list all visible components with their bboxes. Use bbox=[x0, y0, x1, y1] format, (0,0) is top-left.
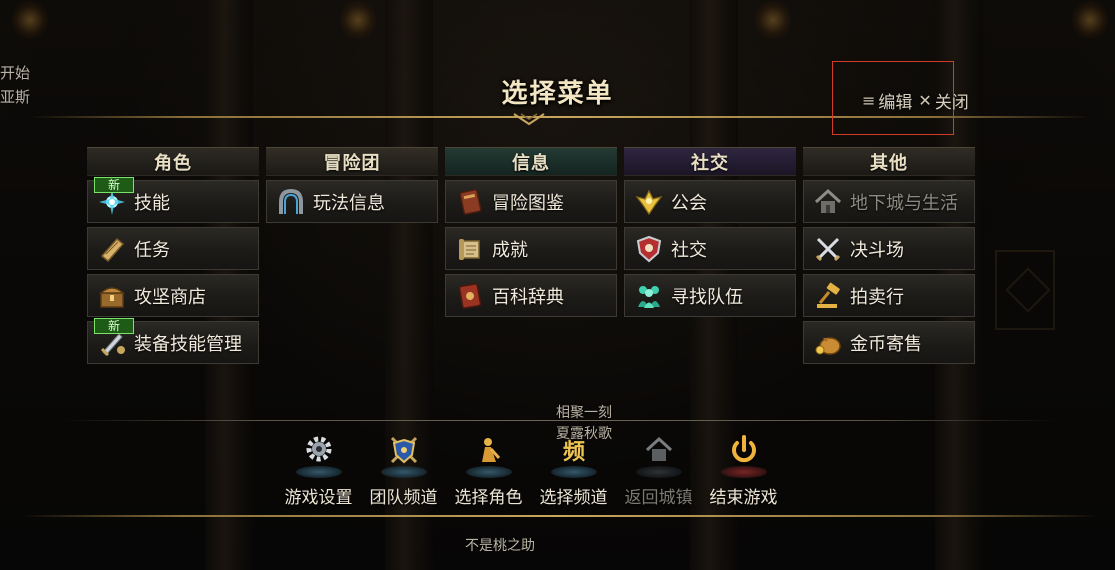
menu-item-arena[interactable]: 决斗场 bbox=[803, 227, 975, 270]
button-icon-wrap: 频 bbox=[548, 434, 600, 478]
guild-emblem-icon bbox=[633, 186, 665, 218]
column-info: 信息 冒险图鉴 成就 百科辞典 bbox=[445, 147, 617, 321]
shield-social-icon bbox=[633, 233, 665, 265]
menu-item-label: 寻找队伍 bbox=[671, 286, 743, 308]
bottom-divider bbox=[60, 420, 1060, 421]
menu-lines-icon: ≡ bbox=[862, 91, 876, 110]
menu-item-social[interactable]: 社交 bbox=[624, 227, 796, 270]
power-icon bbox=[731, 435, 756, 463]
button-icon-wrap bbox=[378, 434, 430, 478]
column-header-info: 信息 bbox=[445, 147, 617, 176]
select-channel-button[interactable]: 频 选择频道 bbox=[531, 434, 616, 508]
menu-item-find-party[interactable]: 寻找队伍 bbox=[624, 274, 796, 317]
character-icon bbox=[481, 438, 500, 462]
quest-scroll-icon bbox=[96, 233, 128, 265]
menu-item-achievement[interactable]: 成就 bbox=[445, 227, 617, 270]
column-adventure-team: 冒险团 玩法信息 bbox=[266, 147, 438, 227]
return-town-button[interactable]: 返回城镇 bbox=[616, 434, 701, 508]
column-other: 其他 地下城与生活 决斗场 拍卖行 金币寄售 bbox=[803, 147, 975, 368]
button-icon-wrap bbox=[293, 434, 345, 478]
menu-item-label: 金币寄售 bbox=[850, 333, 922, 355]
treasure-chest-icon bbox=[96, 280, 128, 312]
button-icon-wrap bbox=[718, 434, 770, 478]
menu-item-label: 拍卖行 bbox=[850, 286, 904, 308]
background-text-center-1: 相聚一刻 bbox=[556, 405, 612, 421]
button-icon-wrap bbox=[633, 434, 685, 478]
bottom-button-label: 选择频道 bbox=[539, 488, 608, 508]
background-text-center-3: 不是桃之助 bbox=[465, 538, 535, 554]
menu-item-label: 成就 bbox=[492, 239, 528, 261]
select-character-button[interactable]: 选择角色 bbox=[446, 434, 531, 508]
menu-item-label: 装备技能管理 bbox=[134, 333, 242, 355]
menu-item-label: 冒险图鉴 bbox=[492, 192, 564, 214]
gold-bag-icon bbox=[812, 327, 844, 359]
menu-item-label: 地下城与生活 bbox=[850, 192, 958, 214]
encyclopedia-icon bbox=[454, 280, 486, 312]
column-header-adventure-team: 冒险团 bbox=[266, 147, 438, 176]
edit-button[interactable]: ≡ 编辑 bbox=[862, 88, 912, 113]
column-header-other: 其他 bbox=[803, 147, 975, 176]
button-icon-wrap bbox=[463, 434, 515, 478]
close-button[interactable]: ✕ 关闭 bbox=[918, 88, 968, 113]
menu-item-adventure-guide[interactable]: 冒险图鉴 bbox=[445, 180, 617, 223]
menu-item-raid-shop[interactable]: 攻坚商店 bbox=[87, 274, 259, 317]
book-icon bbox=[454, 186, 486, 218]
bottom-button-label: 游戏设置 bbox=[284, 488, 353, 508]
portal-icon bbox=[275, 186, 307, 218]
menu-item-equip-skill-manage[interactable]: 新 装备技能管理 bbox=[87, 318, 259, 364]
column-header-role: 角色 bbox=[87, 147, 259, 176]
menu-item-encyclopedia[interactable]: 百科辞典 bbox=[445, 274, 617, 317]
bottom-button-label: 团队频道 bbox=[369, 488, 438, 508]
menu-item-label: 决斗场 bbox=[850, 239, 904, 261]
close-icon: ✕ bbox=[918, 91, 932, 110]
column-role: 角色 新 技能 任务 攻坚商店 新 装备技能管理 bbox=[87, 147, 259, 368]
team-shield-icon bbox=[390, 436, 417, 464]
menu-item-guild[interactable]: 公会 bbox=[624, 180, 796, 223]
channel-icon: 频 bbox=[562, 440, 584, 465]
menu-item-dungeon-life[interactable]: 地下城与生活 bbox=[803, 180, 975, 223]
menu-item-label: 攻坚商店 bbox=[134, 286, 206, 308]
menu-item-label: 百科辞典 bbox=[492, 286, 564, 308]
bottom-toolbar: 游戏设置 团队频道 选择角色 频 选择频道 返回城镇 结束游戏 bbox=[276, 434, 786, 508]
bottom-button-label: 选择角色 bbox=[454, 488, 523, 508]
menu-item-skill[interactable]: 新 技能 bbox=[87, 177, 259, 223]
party-icon bbox=[633, 280, 665, 312]
menu-item-label: 公会 bbox=[671, 192, 707, 214]
gear-icon bbox=[306, 436, 331, 462]
new-badge: 新 bbox=[94, 177, 134, 193]
crossed-swords-icon bbox=[812, 233, 844, 265]
menu-item-label: 任务 bbox=[134, 239, 170, 261]
menu-item-gold-consignment[interactable]: 金币寄售 bbox=[803, 321, 975, 364]
bottom-frame-line bbox=[20, 515, 1100, 517]
menu-item-quest[interactable]: 任务 bbox=[87, 227, 259, 270]
town-icon bbox=[645, 436, 672, 461]
top-actions: ≡ 编辑 ✕ 关闭 bbox=[862, 88, 969, 113]
house-icon bbox=[812, 186, 844, 218]
bottom-button-label: 结束游戏 bbox=[709, 488, 778, 508]
scroll-icon bbox=[454, 233, 486, 265]
menu-item-auction[interactable]: 拍卖行 bbox=[803, 274, 975, 317]
menu-item-gameplay-info[interactable]: 玩法信息 bbox=[266, 180, 438, 223]
svg-text:频: 频 bbox=[562, 440, 584, 465]
exit-game-button[interactable]: 结束游戏 bbox=[701, 434, 786, 508]
edit-label: 编辑 bbox=[878, 93, 913, 113]
close-label: 关闭 bbox=[934, 93, 969, 113]
gavel-icon bbox=[812, 280, 844, 312]
bottom-button-label: 返回城镇 bbox=[624, 488, 693, 508]
game-settings-button[interactable]: 游戏设置 bbox=[276, 434, 361, 508]
title-divider-notch bbox=[513, 113, 545, 126]
menu-item-label: 技能 bbox=[134, 192, 170, 214]
team-channel-button[interactable]: 团队频道 bbox=[361, 434, 446, 508]
menu-item-label: 社交 bbox=[671, 239, 707, 261]
column-social: 社交 公会 社交 寻找队伍 bbox=[624, 147, 796, 321]
column-header-social: 社交 bbox=[624, 147, 796, 176]
new-badge: 新 bbox=[94, 318, 134, 334]
menu-item-label: 玩法信息 bbox=[313, 192, 385, 214]
